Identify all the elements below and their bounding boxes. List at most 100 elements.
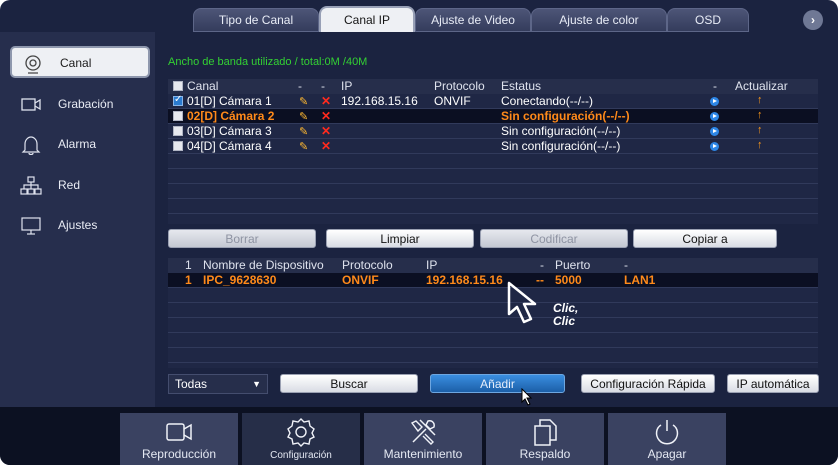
- codificar-button[interactable]: Codificar: [480, 229, 628, 248]
- cell-red: LAN1: [624, 273, 656, 287]
- play-icon[interactable]: [710, 142, 719, 151]
- anadir-button[interactable]: Añadir: [430, 374, 565, 393]
- camera-icon: [25, 55, 41, 74]
- cell-puerto: 5000: [555, 273, 582, 287]
- table-row[interactable]: 03[D] Cámara 3 ✎ ✕ Sin configuración(--/…: [168, 124, 818, 139]
- delete-x-icon[interactable]: ✕: [321, 124, 331, 138]
- col-ip: IP: [426, 258, 438, 272]
- sidebar-item-ajustes[interactable]: Ajustes: [10, 210, 150, 242]
- cell-canal: 02[D] Cámara 2: [187, 109, 275, 123]
- copiar-a-button[interactable]: Copiar a: [633, 229, 777, 248]
- update-arrow-icon[interactable]: ↑: [757, 124, 763, 136]
- sidebar-item-label: Canal: [60, 56, 92, 70]
- tab-canal-ip[interactable]: Canal IP: [319, 6, 415, 34]
- play-icon[interactable]: [710, 127, 719, 136]
- select-all-checkbox[interactable]: [173, 81, 183, 91]
- canal-ip-panel: Ancho de banda utilizado / total:0M /40M…: [155, 32, 830, 407]
- video-record-icon: [21, 98, 41, 111]
- update-arrow-icon[interactable]: ↑: [757, 109, 763, 121]
- bottom-nav: Reproducción Configuración Mantenimiento…: [0, 407, 838, 465]
- row-checkbox[interactable]: [173, 111, 183, 121]
- big-pointer-cursor-icon: [507, 281, 537, 324]
- filter-dropdown-value: Todas: [175, 377, 208, 391]
- device-row[interactable]: 1 IPC_9628630 ONVIF 192.168.15.16 -- 500…: [168, 273, 818, 288]
- filter-dropdown[interactable]: Todas ▼: [168, 374, 268, 394]
- video-playback-icon: [166, 423, 192, 441]
- cell-ip: 192.168.15.16: [426, 273, 503, 287]
- tab-ajuste-de-color[interactable]: Ajuste de color: [531, 8, 667, 32]
- delete-x-icon[interactable]: ✕: [321, 109, 331, 123]
- dvr-window: Tipo de Canal Canal IP Ajuste de Video A…: [0, 0, 838, 465]
- cell-estatus: Conectando(--/--): [501, 94, 594, 108]
- table-row-empty: [168, 303, 818, 318]
- ip-automatica-button[interactable]: IP automática: [727, 374, 819, 393]
- cell-num: 1: [185, 273, 192, 287]
- bottom-item-configuracion[interactable]: Configuración: [242, 413, 360, 465]
- col-num: 1: [185, 258, 192, 272]
- bottom-item-label: Mantenimiento: [383, 447, 463, 461]
- row-checkbox[interactable]: [173, 94, 183, 106]
- table-row[interactable]: 01[D] Cámara 1 ✎ ✕ 192.168.15.16 ONVIF C…: [168, 94, 818, 109]
- cell-canal: 04[D] Cámara 4: [187, 139, 272, 153]
- table-row-empty: [168, 318, 818, 333]
- edit-pencil-icon[interactable]: ✎: [299, 95, 308, 108]
- sidebar-item-canal[interactable]: Canal: [10, 46, 150, 78]
- bell-icon: [21, 136, 41, 155]
- bandwidth-status: Ancho de banda utilizado / total:0M /40M: [168, 56, 368, 68]
- update-arrow-icon[interactable]: ↑: [757, 139, 763, 151]
- limpiar-button[interactable]: Limpiar: [326, 229, 474, 248]
- col-canal: Canal: [187, 79, 219, 93]
- cell-estatus: Sin configuración(--/--): [501, 139, 621, 153]
- cell-estatus: Sin configuración(--/--): [501, 124, 621, 138]
- tab-ajuste-de-video[interactable]: Ajuste de Video: [415, 8, 531, 32]
- update-arrow-icon[interactable]: ↑: [757, 94, 763, 106]
- buscar-button[interactable]: Buscar: [280, 374, 418, 393]
- tab-tipo-de-canal[interactable]: Tipo de Canal: [193, 8, 319, 32]
- bottom-item-label: Respaldo: [519, 447, 571, 461]
- bottom-item-label: Configuración: [270, 450, 332, 461]
- bottom-item-apagar[interactable]: Apagar: [608, 413, 726, 465]
- sidebar-item-label: Red: [58, 178, 81, 192]
- row-checkbox[interactable]: [173, 126, 183, 136]
- bottom-item-label: Apagar: [647, 447, 687, 461]
- table-row[interactable]: 02[D] Cámara 2 ✎ ✕ Sin configuración(--/…: [168, 109, 818, 124]
- bottom-item-respaldo[interactable]: Respaldo: [486, 413, 604, 465]
- play-icon[interactable]: [710, 97, 719, 106]
- delete-x-icon[interactable]: ✕: [321, 139, 331, 153]
- chevron-down-icon: ▼: [252, 379, 261, 389]
- play-icon[interactable]: [710, 112, 719, 121]
- col-puerto: Puerto: [555, 258, 591, 272]
- gear-icon: [287, 418, 315, 447]
- cell-ip: 192.168.15.16: [341, 94, 418, 108]
- delete-x-icon[interactable]: ✕: [321, 94, 331, 108]
- table-row-empty: [168, 154, 818, 169]
- row-checkbox[interactable]: [173, 141, 183, 151]
- bottom-item-mantenimiento[interactable]: Mantenimiento: [364, 413, 482, 465]
- click-annotation: Clic, Clic: [553, 302, 578, 328]
- borrar-button[interactable]: Borrar: [168, 229, 316, 248]
- power-icon: [655, 420, 679, 445]
- edit-pencil-icon[interactable]: ✎: [299, 110, 308, 123]
- tab-osd[interactable]: OSD: [667, 8, 749, 32]
- sidebar-item-grabacion[interactable]: Grabación: [10, 89, 150, 121]
- col-actualizar: Actualizar: [735, 79, 788, 93]
- next-tab-arrow-icon[interactable]: ›: [803, 10, 823, 30]
- col-protocolo: Protocolo: [434, 79, 485, 93]
- table-row-empty: [168, 169, 818, 184]
- sidebar: Canal Grabación Alarma Red Ajustes: [0, 32, 155, 407]
- edit-pencil-icon[interactable]: ✎: [299, 125, 308, 138]
- col-ip: IP: [341, 79, 353, 93]
- bottom-item-reproduccion[interactable]: Reproducción: [120, 413, 238, 465]
- col-dash: -: [540, 258, 544, 272]
- configuracion-rapida-button[interactable]: Configuración Rápida: [581, 374, 715, 393]
- sidebar-item-red[interactable]: Red: [10, 170, 150, 202]
- col-protocolo: Protocolo: [342, 258, 393, 272]
- col-estatus: Estatus: [501, 79, 542, 93]
- cell-protocolo: ONVIF: [434, 94, 471, 108]
- sidebar-item-alarma[interactable]: Alarma: [10, 129, 150, 161]
- col-edit: -: [298, 79, 302, 93]
- edit-pencil-icon[interactable]: ✎: [299, 140, 308, 153]
- table-row[interactable]: 04[D] Cámara 4 ✎ ✕ Sin configuración(--/…: [168, 139, 818, 154]
- cell-canal: 01[D] Cámara 1: [187, 94, 272, 108]
- col-nombre: Nombre de Dispositivo: [203, 258, 324, 272]
